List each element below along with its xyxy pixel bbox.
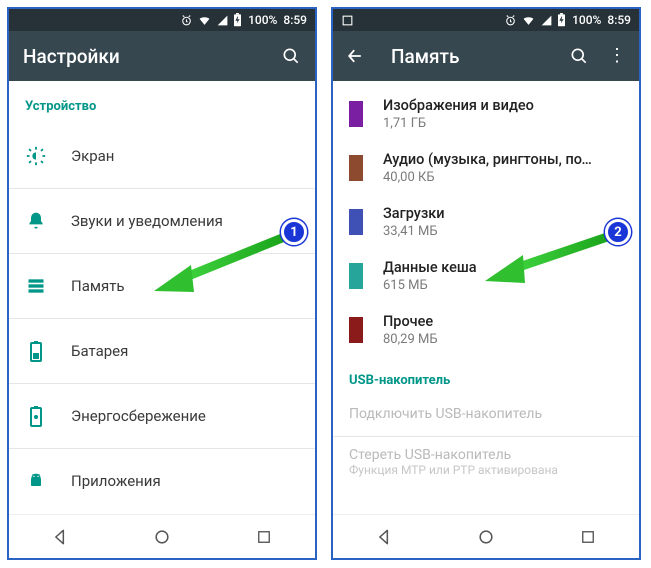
overflow-menu-icon[interactable]: ⋮ bbox=[609, 46, 625, 66]
row-sub: 80,29 МБ bbox=[383, 332, 438, 347]
settings-row-storage[interactable]: Память bbox=[9, 254, 315, 318]
wifi-icon bbox=[197, 14, 212, 27]
phone-right: 100% 8:59 Память ⋮ Изображения и видео 1,… bbox=[331, 7, 641, 560]
signal-icon bbox=[216, 14, 229, 27]
usb-erase-item[interactable]: Стереть USB-накопитель Функция MTP или P… bbox=[333, 437, 639, 481]
toolbar: Настройки bbox=[9, 31, 315, 81]
color-swatch bbox=[349, 317, 363, 343]
wifi-icon bbox=[521, 14, 536, 27]
nav-bar bbox=[333, 514, 639, 558]
bell-icon bbox=[25, 210, 47, 232]
row-sub: 40,00 КБ bbox=[383, 170, 593, 185]
alarm-icon bbox=[504, 14, 517, 27]
section-header-usb: USB-накопитель bbox=[333, 357, 639, 396]
nav-recent[interactable] bbox=[558, 528, 618, 546]
back-icon[interactable] bbox=[345, 46, 365, 66]
storage-row-audio[interactable]: Аудио (музыка, рингтоны, подкаст. 40,00 К… bbox=[333, 141, 639, 195]
row-sub: 1,71 ГБ bbox=[383, 116, 534, 131]
android-icon bbox=[25, 470, 47, 492]
settings-row-battery[interactable]: Батарея bbox=[9, 319, 315, 383]
brightness-icon bbox=[25, 145, 47, 167]
screenshot-icon bbox=[341, 14, 354, 27]
section-header-device: Устройство bbox=[9, 81, 315, 124]
row-label: Подключить USB-накопитель bbox=[349, 406, 623, 422]
nav-recent[interactable] bbox=[234, 528, 294, 546]
row-label: Прочее bbox=[383, 313, 438, 330]
clock: 8:59 bbox=[283, 13, 307, 27]
nav-home[interactable] bbox=[132, 527, 192, 547]
settings-row-sound[interactable]: Звуки и уведомления bbox=[9, 189, 315, 253]
row-sub: 33,41 МБ bbox=[383, 224, 445, 239]
storage-row-images[interactable]: Изображения и видео 1,71 ГБ bbox=[333, 87, 639, 141]
battery-icon bbox=[25, 340, 47, 362]
settings-row-apps[interactable]: Приложения bbox=[9, 449, 315, 513]
row-sub: 615 МБ bbox=[383, 278, 477, 293]
nav-bar bbox=[9, 514, 315, 558]
battery-percent: 100% bbox=[572, 13, 601, 27]
nav-back[interactable] bbox=[30, 527, 90, 547]
row-label: Экран bbox=[71, 147, 114, 165]
page-title: Память bbox=[391, 45, 549, 68]
status-bar: 100% 8:59 bbox=[333, 9, 639, 31]
settings-list: Устройство Экран Звуки и уведомления Пам… bbox=[9, 81, 315, 514]
color-swatch bbox=[349, 101, 363, 127]
signal-icon bbox=[540, 14, 553, 27]
page-title: Настройки bbox=[23, 45, 261, 68]
search-icon[interactable] bbox=[281, 46, 301, 66]
usb-connect-item[interactable]: Подключить USB-накопитель bbox=[333, 396, 639, 426]
color-swatch bbox=[349, 155, 363, 181]
row-label: Батарея bbox=[71, 342, 128, 360]
color-swatch bbox=[349, 209, 363, 235]
row-label: Аудио (музыка, рингтоны, подкаст. bbox=[383, 151, 593, 168]
search-icon[interactable] bbox=[569, 46, 589, 66]
nav-home[interactable] bbox=[456, 527, 516, 547]
storage-icon bbox=[25, 275, 47, 297]
battery-icon bbox=[233, 13, 242, 27]
alarm-icon bbox=[180, 14, 193, 27]
row-label: Загрузки bbox=[383, 205, 445, 222]
battery-percent: 100% bbox=[248, 13, 277, 27]
row-label: Приложения bbox=[71, 472, 161, 490]
row-label: Стереть USB-накопитель bbox=[349, 447, 623, 463]
row-label: Память bbox=[71, 277, 125, 295]
color-swatch bbox=[349, 263, 363, 289]
storage-row-downloads[interactable]: Загрузки 33,41 МБ bbox=[333, 195, 639, 249]
settings-row-display[interactable]: Экран bbox=[9, 124, 315, 188]
storage-row-cache[interactable]: Данные кеша 615 МБ bbox=[333, 249, 639, 303]
row-label: Звуки и уведомления bbox=[71, 212, 223, 230]
toolbar: Память ⋮ bbox=[333, 31, 639, 81]
settings-row-power[interactable]: Энергосбережение bbox=[9, 384, 315, 448]
storage-list: Изображения и видео 1,71 ГБ Аудио (музыка… bbox=[333, 81, 639, 514]
clock: 8:59 bbox=[607, 13, 631, 27]
battery-icon bbox=[557, 13, 566, 27]
row-label: Изображения и видео bbox=[383, 97, 534, 114]
power-save-icon bbox=[25, 405, 47, 427]
row-label: Данные кеша bbox=[383, 259, 477, 276]
row-label: Энергосбережение bbox=[71, 407, 206, 425]
phone-left: 100% 8:59 Настройки Устройство Экран Зву… bbox=[7, 7, 317, 560]
storage-row-other[interactable]: Прочее 80,29 МБ bbox=[333, 303, 639, 357]
status-bar: 100% 8:59 bbox=[9, 9, 315, 31]
row-sub: Функция MTP или PTP активирована bbox=[349, 463, 623, 477]
nav-back[interactable] bbox=[354, 527, 414, 547]
